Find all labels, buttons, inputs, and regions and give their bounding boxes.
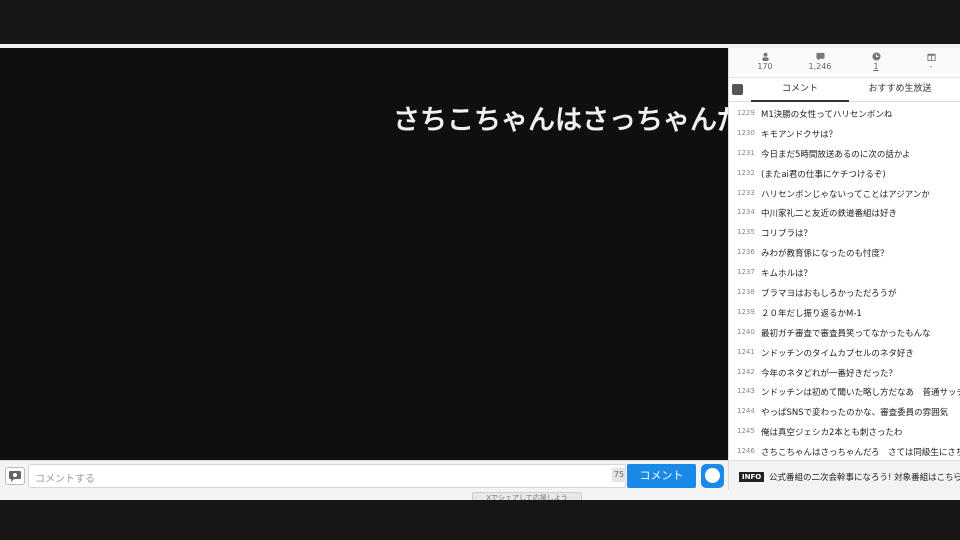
comment-text: M1決勝の女性ってハリセンボンね <box>761 110 893 120</box>
comment-text: やっぱSNSで変わったのかな、審査委員の雰囲気 <box>761 408 949 419</box>
comment-number: 1238 <box>737 288 755 297</box>
comment-row[interactable]: 1234 中川家礼二と友近の鉄道番組は好き <box>729 203 960 223</box>
comment-number: 1240 <box>737 327 755 336</box>
emoji-icon[interactable] <box>701 464 724 488</box>
comment-row[interactable]: 1246 さちこちゃんはさっちゃんだろ さては同級生にさちこちゃん <box>729 442 960 460</box>
comment-text: キムホルは？ <box>761 269 813 280</box>
comment-number: 1244 <box>737 407 755 416</box>
time-value: 1 <box>873 62 879 71</box>
top-bar <box>0 0 960 44</box>
comment-row[interactable]: 1240 最初ガチ審査で審査員笑ってなかったもんな <box>729 323 960 343</box>
comment-row[interactable]: 1232 (またai君の仕事にケチつけるぞ) <box>729 164 960 184</box>
viewers-count: 170 <box>757 62 773 71</box>
comment-row[interactable]: 1235 コリブラは？ <box>729 223 960 243</box>
comment-text: キモアンドクサは？ <box>761 129 838 140</box>
comment-row[interactable]: 1236 みわが教育係になったのも忖度？ <box>729 243 960 263</box>
comment-number: 1229 <box>737 109 755 117</box>
comment-number: 1242 <box>737 367 755 376</box>
comment-row[interactable]: 1243 ンドッチンは初めて聞いた略し方だなあ 普通サッチンじゃ <box>729 382 960 402</box>
gift-stat[interactable]: - <box>906 52 956 71</box>
comment-row[interactable]: 1245 俺は真空ジェシカ2本とも刺さったわ <box>729 422 960 442</box>
info-badge: INFO <box>739 472 765 482</box>
comment-row[interactable]: 1230 キモアンドクサは？ <box>729 124 960 144</box>
comment-panel: 170 1,246 1 - コメント おすすめ生放送 1229 M1決勝の女性って… <box>728 48 960 490</box>
comment-row[interactable]: 1233 ハリセンボンじゃないってことはアジアンか <box>729 184 960 204</box>
comment-text: さちこちゃんはさっちゃんだろ さては同級生にさちこちゃん <box>761 448 960 459</box>
comment-text: ブラマヨはおもしろかっただろうが <box>761 289 897 300</box>
panel-tabs: コメント おすすめ生放送 <box>729 78 960 102</box>
comment-list-icon[interactable] <box>732 84 743 95</box>
gift-icon <box>926 53 936 61</box>
tab-comment[interactable]: コメント <box>751 78 849 102</box>
comment-count-icon <box>815 52 825 61</box>
comment-text: 今年のネタどれが一番好きだった？ <box>761 368 898 379</box>
comment-text: ２０年だし振り返るかM-1 <box>761 308 862 319</box>
comment-row[interactable]: 1231 今日まだ5時間放送あるのに次の話かよ <box>729 144 960 164</box>
comment-row[interactable]: 1244 やっぱSNSで変わったのかな、審査委員の雰囲気 <box>729 402 960 422</box>
comment-number: 1239 <box>737 307 755 316</box>
comment-text: ンドッチンは初めて聞いた略し方だなあ 普通サッチンじゃ <box>761 388 960 399</box>
comment-list[interactable]: 1229 M1決勝の女性ってハリセンボンね 1230 キモアンドクサは？ 1231 今… <box>729 104 960 460</box>
viewers-stat: 170 <box>740 52 790 71</box>
tab-recommended[interactable]: おすすめ生放送 <box>851 78 949 102</box>
comment-text: 俺は真空ジェシカ2本とも刺さったわ <box>761 428 903 439</box>
comment-number: 1231 <box>737 148 755 157</box>
time-stat[interactable]: 1 <box>851 52 901 71</box>
comment-text: (またai君の仕事にケチつけるぞ) <box>761 169 886 180</box>
comment-row[interactable]: 1241 ンドッチンのタイムカプセルのネタ好き <box>729 343 960 363</box>
comment-row[interactable]: 1237 キムホルは？ <box>729 263 960 283</box>
comment-text: 中川家礼二と友近の鉄道番組は好き <box>761 209 898 220</box>
comment-number: 1234 <box>737 208 755 217</box>
comment-number: 1245 <box>737 427 755 436</box>
comment-number: 1246 <box>737 447 755 456</box>
comment-row[interactable]: 1242 今年のネタどれが一番好きだった？ <box>729 363 960 383</box>
comment-number: 1237 <box>737 268 755 277</box>
scrolling-comment: さちこちゃんはさっちゃんだ <box>393 105 728 136</box>
comment-number: 1232 <box>737 168 755 177</box>
comment-number: 1241 <box>737 347 755 356</box>
comment-text: コリブラは？ <box>761 229 813 240</box>
comment-number: 1233 <box>737 188 755 197</box>
comment-number: 1236 <box>737 248 755 257</box>
comment-submit-button[interactable]: コメント <box>627 464 696 488</box>
video-player[interactable]: さちこちゃんはさっちゃんだ <box>0 48 728 460</box>
clock-icon <box>871 52 881 61</box>
comment-number: 1235 <box>737 228 755 237</box>
comment-text: 最初ガチ審査で審査員笑ってなかったもんな <box>761 328 931 339</box>
viewer-icon <box>761 52 769 61</box>
bottom-bar <box>0 500 960 540</box>
char-count: 75 <box>612 468 626 482</box>
comment-row[interactable]: 1238 ブラマヨはおもしろかっただろうが <box>729 283 960 303</box>
comment-text: ハリセンボンじゃないってことはアジアンか <box>761 189 930 200</box>
comment-bar: コメントする 75 コメント <box>0 460 728 490</box>
comments-stat: 1,246 <box>795 52 845 71</box>
gift-value: - <box>929 62 933 71</box>
chevron-right-icon[interactable]: › <box>953 470 957 481</box>
comment-row[interactable]: 1229 M1決勝の女性ってハリセンボンね <box>729 104 960 124</box>
comment-number: 1230 <box>737 128 755 137</box>
comment-text: ンドッチンのタイムカプセルのネタ好き <box>761 348 914 359</box>
comment-text: みわが教育係になったのも忖度？ <box>761 249 889 260</box>
comment-number: 1243 <box>737 387 755 396</box>
stats-bar: 170 1,246 1 - <box>729 48 960 78</box>
comment-row[interactable]: 1239 ２０年だし振り返るかM-1 <box>729 303 960 323</box>
info-text: 公式番組の二次会幹事になろう! 対象番組はこちら!! <box>769 473 960 483</box>
info-bar[interactable]: INFO 公式番組の二次会幹事になろう! 対象番組はこちら!! › <box>729 460 960 490</box>
comments-count: 1,246 <box>808 62 832 71</box>
comment-settings-icon[interactable] <box>5 467 25 485</box>
comment-text: 今日まだ5時間放送あるのに次の話かよ <box>761 149 911 160</box>
comment-input[interactable]: コメントする <box>28 464 626 488</box>
